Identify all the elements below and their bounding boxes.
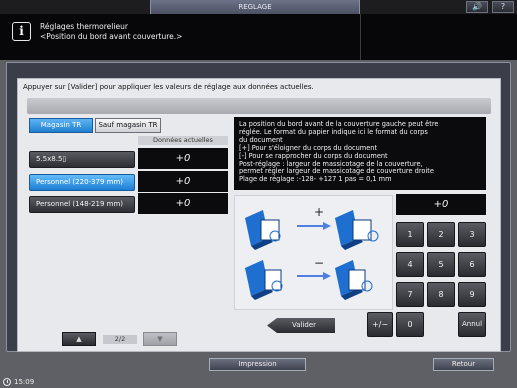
key-0[interactable]: 0 <box>396 312 424 337</box>
key-1[interactable]: 1 <box>396 222 424 247</box>
book-diagram: + − <box>245 205 379 300</box>
instruction-text: Appuyer sur [Valider] pour appliquer les… <box>23 83 314 91</box>
keypad-display: +0 <box>396 194 486 215</box>
tab-magasin-tr[interactable]: Magasin TR <box>29 118 93 133</box>
clock-icon <box>3 378 11 386</box>
message-divider <box>360 14 361 60</box>
info-icon: i <box>12 22 31 41</box>
size-value-personnel-148-219: +0 <box>138 193 228 214</box>
clock-time: 15:09 <box>14 378 35 386</box>
key-5[interactable]: 5 <box>427 252 455 277</box>
current-data-header: Données actuelles <box>138 136 228 145</box>
adjustment-illustration: + − <box>234 195 393 310</box>
message-subtitle: <Position du bord avant couverture.> <box>40 32 183 41</box>
impression-button[interactable]: Impression <box>209 358 306 371</box>
description-box: La position du bord avant de la couvertu… <box>234 117 486 190</box>
help-icon[interactable]: ? <box>492 1 514 13</box>
annul-button[interactable]: Annul <box>458 312 486 337</box>
book-after-minus-icon <box>335 260 373 300</box>
retour-button[interactable]: Retour <box>433 358 494 371</box>
size-button-5.5x8.5[interactable]: 5.5x8.5▯ <box>29 151 135 168</box>
key-7[interactable]: 7 <box>396 282 424 307</box>
key-4[interactable]: 4 <box>396 252 424 277</box>
size-value-personnel-220-379: +0 <box>138 171 228 192</box>
minus-sign: − <box>314 256 324 270</box>
message-title: Réglages thermorelieur <box>40 22 128 31</box>
book-before-plus-icon <box>245 210 281 250</box>
key-2[interactable]: 2 <box>427 222 455 247</box>
plus-minus-button[interactable]: +/− <box>367 312 393 337</box>
window-title: REGLAGE <box>150 0 360 14</box>
key-3[interactable]: 3 <box>458 222 486 247</box>
speaker-icon[interactable]: 🔊 <box>466 1 488 13</box>
page-indicator: 2/2 <box>103 335 137 344</box>
size-value-5.5x8.5: +0 <box>138 148 228 169</box>
tab-sauf-magasin-tr[interactable]: Sauf magasin TR <box>95 118 161 133</box>
plus-sign: + <box>314 205 324 219</box>
key-8[interactable]: 8 <box>427 282 455 307</box>
size-button-personnel-220-379[interactable]: Personnel (220-379 mm) <box>29 174 135 191</box>
key-9[interactable]: 9 <box>458 282 486 307</box>
description-line: Plage de réglage :-128- +127 1 pas = 0,1… <box>239 175 392 184</box>
book-before-minus-icon <box>245 260 283 300</box>
panel-header-band <box>27 98 491 114</box>
page-down-button[interactable]: ▼ <box>143 332 177 346</box>
valider-button[interactable]: Valider <box>267 318 335 333</box>
key-6[interactable]: 6 <box>458 252 486 277</box>
book-after-plus-icon <box>335 210 379 250</box>
size-button-personnel-148-219[interactable]: Personnel (148-219 mm) <box>29 196 135 213</box>
page-up-button[interactable]: ▲ <box>62 332 96 346</box>
